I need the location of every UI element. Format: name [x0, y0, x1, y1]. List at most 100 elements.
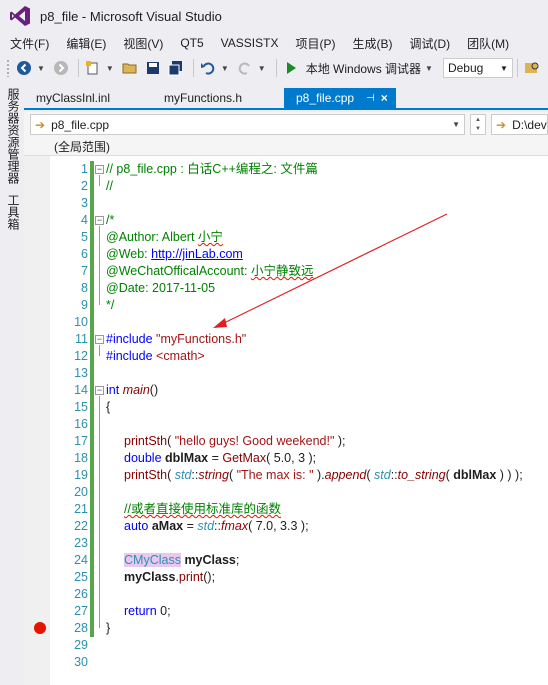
change-indicator	[90, 518, 94, 535]
code-line[interactable]: 20	[24, 484, 548, 501]
code-line[interactable]: 3	[24, 195, 548, 212]
code-line[interactable]: 2 //	[24, 178, 548, 195]
new-project-icon	[85, 61, 98, 75]
nav-spinner[interactable]: ▲ ▼	[470, 114, 486, 135]
save-button[interactable]	[143, 58, 163, 78]
code-line[interactable]: 5 @Author: Albert 小宁	[24, 229, 548, 246]
code-line[interactable]: 9 */	[24, 297, 548, 314]
toolbox-tab[interactable]: 工具箱	[5, 194, 22, 230]
menu-qt5[interactable]: QT5	[170, 36, 210, 50]
code-token: printSth	[124, 434, 168, 448]
debugger-dropdown-icon[interactable]: ▼	[425, 64, 433, 73]
code-text: double dblMax = GetMax( 5.0, 3 );	[124, 450, 316, 467]
code-line[interactable]: 16	[24, 416, 548, 433]
collapse-icon[interactable]: −	[95, 216, 104, 225]
code-token: @WeChatOfficalAccount:	[106, 264, 251, 278]
chevron-down-icon[interactable]: ▼	[475, 126, 481, 132]
toolbar-grip[interactable]	[6, 59, 10, 77]
code-line[interactable]: 24 CMyClass myClass;	[24, 552, 548, 569]
collapse-icon[interactable]: −	[95, 335, 104, 344]
line-number: 14	[74, 383, 88, 397]
code-line[interactable]: 4−/*	[24, 212, 548, 229]
comment-line: // p8_file.cpp : 白话C++编程之: 文件篇	[106, 161, 318, 178]
code-line[interactable]: 18 double dblMax = GetMax( 5.0, 3 );	[24, 450, 548, 467]
code-line[interactable]: 14− int main()	[24, 382, 548, 399]
collapse-icon[interactable]: −	[95, 165, 104, 174]
menu-view[interactable]: 视图(V)	[113, 35, 170, 52]
menu-build[interactable]: 生成(B)	[342, 35, 399, 52]
code-line[interactable]: 26	[24, 586, 548, 603]
start-debugging-button[interactable]	[281, 58, 301, 78]
code-line[interactable]: 1−// p8_file.cpp : 白话C++编程之: 文件篇	[24, 161, 548, 178]
new-dropdown-icon[interactable]: ▼	[106, 64, 114, 73]
undo-button[interactable]	[198, 58, 218, 78]
code-line[interactable]: 21 //或者直接使用标准库的函数	[24, 501, 548, 518]
menu-file[interactable]: 文件(F)	[0, 35, 56, 52]
redo-dropdown-icon[interactable]: ▼	[258, 64, 266, 73]
tab-myclassinl[interactable]: myClassInl.inl	[24, 88, 152, 108]
change-indicator	[90, 263, 94, 280]
undo-dropdown-icon[interactable]: ▼	[221, 64, 229, 73]
code-line[interactable]: 22 auto aMax = std::fmax( 7.0, 3.3 );	[24, 518, 548, 535]
code-token: 小宁静致远	[250, 264, 314, 278]
save-all-button[interactable]	[166, 58, 186, 78]
nav-file-value: p8_file.cpp	[51, 117, 110, 132]
menu-project[interactable]: 项目(P)	[285, 35, 342, 52]
outline-guide	[99, 226, 100, 305]
open-folder-icon	[122, 63, 137, 74]
close-icon[interactable]: ×	[381, 91, 388, 105]
code-line[interactable]: 23	[24, 535, 548, 552]
line-number: 16	[74, 417, 88, 431]
menu-team[interactable]: 团队(M)	[457, 35, 516, 52]
menu-edit[interactable]: 编辑(E)	[56, 35, 113, 52]
code-token: <cmath>	[152, 349, 205, 363]
code-token: http://jinLab.com	[151, 247, 243, 261]
debugger-target-label[interactable]: 本地 Windows 调试器	[306, 60, 421, 77]
back-dropdown-icon[interactable]: ▼	[37, 64, 45, 73]
code-token: #include	[106, 349, 153, 363]
find-in-files-button[interactable]	[522, 58, 542, 78]
menu-vassistx[interactable]: VASSISTX	[211, 36, 286, 50]
code-line[interactable]: 27 return 0;	[24, 603, 548, 620]
open-file-button[interactable]	[120, 58, 140, 78]
code-line[interactable]: 28}	[24, 620, 548, 637]
line-number: 13	[74, 366, 88, 380]
redo-button[interactable]	[235, 58, 255, 78]
forward-button[interactable]	[51, 58, 71, 78]
file-scope-dropdown[interactable]: ➔ p8_file.cpp ▼	[30, 114, 465, 135]
line-number: 27	[74, 604, 88, 618]
scope-bar[interactable]: (全局范围)	[24, 137, 548, 156]
code-line[interactable]: 29	[24, 637, 548, 654]
code-line[interactable]: 10	[24, 314, 548, 331]
code-line[interactable]: 6 @Web: http://jinLab.com	[24, 246, 548, 263]
change-indicator	[90, 433, 94, 450]
pin-icon[interactable]: ⊣	[366, 93, 375, 104]
new-project-button[interactable]	[83, 58, 103, 78]
code-line[interactable]: 13	[24, 365, 548, 382]
path-dropdown[interactable]: ➔ D:\dev\	[491, 114, 548, 135]
change-indicator	[90, 399, 94, 416]
code-line[interactable]: 17 printSth( "hello guys! Good weekend!" …	[24, 433, 548, 450]
code-line[interactable]: 15 {	[24, 399, 548, 416]
change-indicator	[90, 552, 94, 569]
chevron-up-icon[interactable]: ▲	[475, 117, 481, 123]
code-line[interactable]: 7 @WeChatOfficalAccount: 小宁静致远	[24, 263, 548, 280]
code-line[interactable]: 11− #include "myFunctions.h"	[24, 331, 548, 348]
window-title: p8_file - Microsoft Visual Studio	[40, 8, 222, 24]
line-number: 12	[74, 349, 88, 363]
code-line[interactable]: 8 @Date: 2017-11-05	[24, 280, 548, 297]
back-button[interactable]	[14, 58, 34, 78]
code-line[interactable]: 25 myClass.print();	[24, 569, 548, 586]
menu-debug[interactable]: 调试(D)	[399, 35, 457, 52]
tab-myfunctions[interactable]: myFunctions.h	[152, 88, 284, 108]
code-line[interactable]: 12 #include <cmath>	[24, 348, 548, 365]
collapse-icon[interactable]: −	[95, 386, 104, 395]
code-token: fmax	[221, 519, 249, 533]
code-token: =	[183, 519, 198, 533]
solution-configuration-select[interactable]: Debug ▼	[442, 58, 513, 78]
code-editor[interactable]: 1−// p8_file.cpp : 白话C++编程之: 文件篇 2//3 4−/*…	[24, 156, 548, 685]
server-explorer-tab[interactable]: 服务器资源管理器	[5, 88, 22, 184]
code-line[interactable]: 19 printSth( std::string( "The max is: " …	[24, 467, 548, 484]
tab-p8-file[interactable]: p8_file.cpp ⊣ ×	[284, 88, 396, 108]
code-line[interactable]: 30	[24, 654, 548, 671]
